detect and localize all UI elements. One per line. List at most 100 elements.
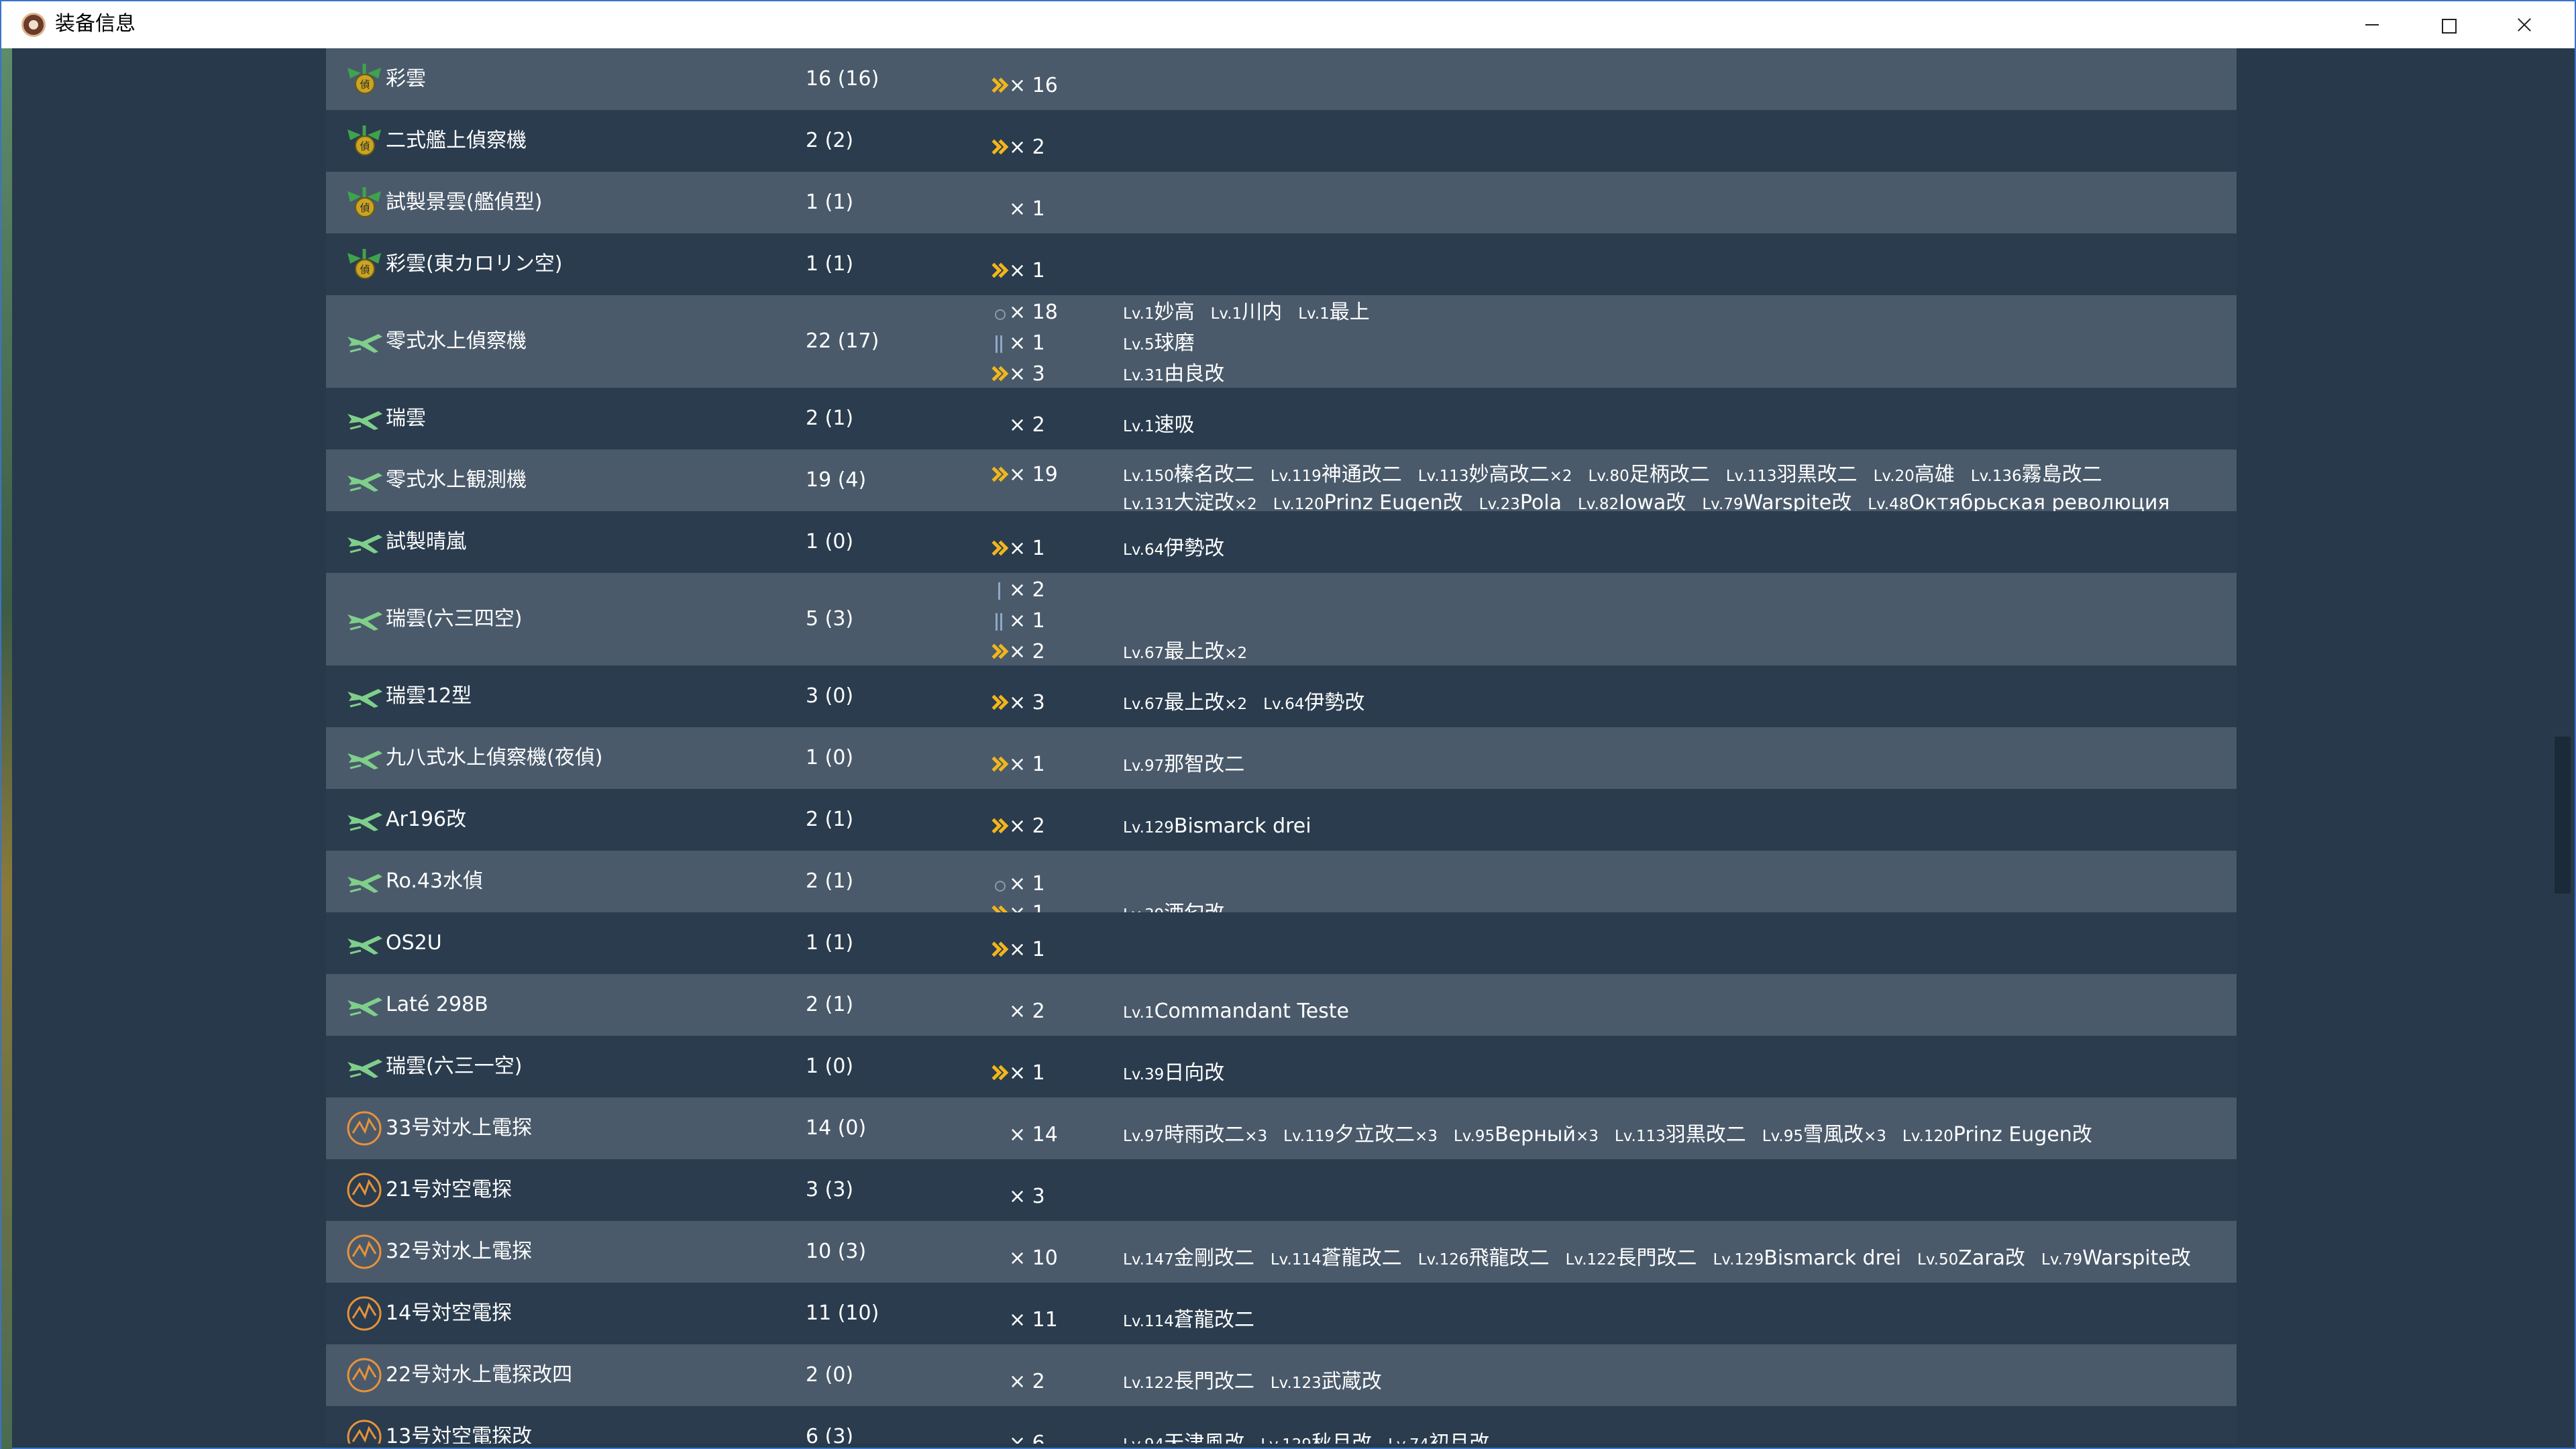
ship-entry: Lv.150榛名改二 bbox=[1123, 463, 1254, 486]
equipment-row[interactable]: 偵 彩雲 16 (16) × 16 bbox=[326, 48, 2237, 110]
ship-name: 飛龍改二 bbox=[1468, 1246, 1550, 1270]
equipment-row[interactable]: 22号対水上電探改四 2 (0) × 2 Lv.122長門改二 Lv.123武蔵改 bbox=[326, 1344, 2237, 1406]
ship-entry: Lv.64伊勢改 bbox=[1123, 537, 1224, 560]
proficiency-group: × 1 bbox=[989, 869, 2230, 899]
ship-entry: Lv.129秋月改 bbox=[1260, 1432, 1372, 1444]
proficiency-multiplier: × 1 bbox=[1009, 331, 1045, 355]
ship-entry: Lv.113羽黒改二 bbox=[1726, 463, 1858, 486]
close-icon[interactable] bbox=[2486, 1, 2561, 48]
ship-level: Lv.20 bbox=[1873, 468, 1915, 485]
ship-level: Lv.50 bbox=[1917, 1251, 1959, 1269]
equipment-row[interactable]: 瑞雲(六三四空) 5 (3) × 2 × 1 × 2 Lv.67最上改×2 bbox=[326, 573, 2237, 665]
proficiency-multiplier: × 14 bbox=[1009, 1123, 1058, 1146]
equipment-row[interactable]: 瑞雲 2 (1) × 2 Lv.1速吸 bbox=[326, 388, 2237, 449]
ship-list: Lv.31由良改 bbox=[1123, 360, 1240, 390]
proficiency-multiplier: × 1 bbox=[1009, 938, 1045, 961]
ship-level: Lv.67 bbox=[1123, 645, 1165, 662]
ship-entry: Lv.129Bismarck drei bbox=[1713, 1246, 1901, 1270]
ship-name: 足柄改二 bbox=[1629, 463, 1710, 486]
ship-name: Bismarck drei bbox=[1173, 814, 1311, 838]
proficiency-multiplier: × 2 bbox=[1009, 1370, 1045, 1393]
title-bar[interactable]: 装备信息 bbox=[1, 1, 2575, 48]
ship-name: 秋月改 bbox=[1311, 1432, 1373, 1444]
equipment-row[interactable]: 13号対空電探改 6 (3) × 6 Lv.94天津風改 Lv.129秋月改 Lv.74初… bbox=[326, 1406, 2237, 1444]
equipment-row[interactable]: 偵 試製景雲(艦偵型) 1 (1) × 1 bbox=[326, 172, 2237, 233]
equipment-row[interactable]: Ro.43水偵2 (1)× 1× 1Lv.39酒匂改 bbox=[326, 851, 2237, 925]
equipment-row[interactable]: 瑞雲(六三一空) 1 (0) × 1 Lv.39日向改 bbox=[326, 1036, 2237, 1097]
equipment-name: 瑞雲(六三一空) bbox=[386, 1055, 523, 1078]
equipment-row[interactable]: OS2U 1 (1) × 1 bbox=[326, 912, 2237, 974]
maximize-icon[interactable] bbox=[2410, 1, 2485, 48]
scrollbar-thumb[interactable] bbox=[2555, 737, 2571, 894]
ship-list: Lv.97時雨改二×3 Lv.119夕立改二×3 Lv.95Верный×3 Lv.1… bbox=[1123, 1120, 2108, 1151]
equipment-row[interactable]: 零式水上偵察機 22 (17) × 18 Lv.1妙高 Lv.1川内 Lv.1最上 × 1L… bbox=[326, 295, 2237, 388]
equipment-row[interactable]: 瑞雲12型 3 (0) × 3 Lv.67最上改×2 Lv.64伊勢改 bbox=[326, 665, 2237, 727]
equipment-count: 1 (1) bbox=[806, 191, 854, 214]
ship-name: Prinz Eugen改 bbox=[1953, 1123, 2092, 1146]
ship-list: Lv.64伊勢改 bbox=[1123, 534, 1240, 565]
equipment-list-viewport[interactable]: 偵彩雲 16 (16) × 16 偵二式艦上偵察機 2 (2) × 2 偵試製景雲(艦偵型)… bbox=[12, 48, 2551, 1444]
seaplane-icon bbox=[345, 862, 384, 901]
proficiency-group: × 14 Lv.97時雨改二×3 Lv.119夕立改二×3 Lv.95Верный×3… bbox=[989, 1120, 2230, 1150]
ship-entry: Lv.113羽黒改二 bbox=[1615, 1123, 1746, 1146]
ship-entry: Lv.129Bismarck drei bbox=[1123, 814, 1311, 838]
proficiency-max-chevrons-icon bbox=[989, 362, 1009, 386]
equipment-row[interactable]: 33号対水上電探 14 (0) × 14 Lv.97時雨改二×3 Lv.119夕立改二×… bbox=[326, 1097, 2237, 1159]
proficiency-group: × 2 bbox=[989, 133, 2230, 162]
proficiency-multiplier: × 2 bbox=[1009, 640, 1045, 663]
ship-name: 夕立改二 bbox=[1334, 1123, 1415, 1146]
ship-list: Lv.122長門改二 Lv.123武蔵改 bbox=[1123, 1367, 1398, 1398]
ship-list: Lv.97那智改二 bbox=[1123, 750, 1260, 781]
seaplane-icon bbox=[345, 985, 384, 1024]
proficiency-multiplier: × 2 bbox=[1009, 413, 1045, 437]
equipment-row[interactable]: Ar196改 2 (1) × 2 Lv.129Bismarck drei bbox=[326, 789, 2237, 851]
ship-level: Lv.114 bbox=[1270, 1251, 1322, 1269]
ship-name: 霧島改二 bbox=[2021, 463, 2102, 486]
minimize-icon[interactable] bbox=[2333, 1, 2408, 48]
equipment-row[interactable]: 14号対空電探 11 (10) × 11 Lv.114蒼龍改二 bbox=[326, 1283, 2237, 1344]
equipment-row[interactable]: 偵 二式艦上偵察機 2 (2) × 2 bbox=[326, 110, 2237, 172]
equipment-row[interactable]: 21号対空電探 3 (3) × 3 bbox=[326, 1159, 2237, 1221]
equipment-count: 3 (3) bbox=[806, 1178, 854, 1201]
radar-icon bbox=[345, 1232, 384, 1271]
ship-name: 蒼龍改二 bbox=[1321, 1246, 1402, 1270]
radar-icon bbox=[345, 1171, 384, 1210]
equipment-row[interactable]: 偵 彩雲(東カロリン空) 1 (1) × 1 bbox=[326, 233, 2237, 295]
equipment-count: 1 (0) bbox=[806, 1055, 854, 1078]
equipment-name: 彩雲 bbox=[386, 67, 426, 91]
proficiency-multiplier: × 1 bbox=[1009, 537, 1045, 560]
ship-list: Lv.1速吸 bbox=[1123, 411, 1211, 441]
ship-name: 初月改 bbox=[1429, 1432, 1490, 1444]
equipment-count: 2 (1) bbox=[806, 808, 854, 831]
ship-name: Commandant Teste bbox=[1154, 1000, 1350, 1023]
radar-icon bbox=[345, 1109, 384, 1148]
proficiency-group: × 2 Lv.67最上改×2 bbox=[989, 637, 2230, 667]
equipment-name: 零式水上偵察機 bbox=[386, 329, 527, 353]
ship-entry: Lv.20高雄 bbox=[1874, 463, 1955, 486]
equipment-name: 32号対水上電探 bbox=[386, 1240, 533, 1263]
equipment-row[interactable]: 32号対水上電探 10 (3) × 10 Lv.147金剛改二 Lv.114蒼龍改二 Lv… bbox=[326, 1221, 2237, 1283]
equipment-name: 九八式水上偵察機(夜偵) bbox=[386, 746, 603, 769]
ship-entry: Lv.122長門改二 bbox=[1566, 1246, 1697, 1270]
equipment-row[interactable]: 試製晴嵐 1 (0) × 1 Lv.64伊勢改 bbox=[326, 511, 2237, 573]
proficiency-multiplier: × 1 bbox=[1009, 1061, 1045, 1085]
seaplane-icon bbox=[345, 677, 384, 716]
ship-level: Lv.64 bbox=[1123, 541, 1165, 559]
proficiency-group: × 10 Lv.147金剛改二 Lv.114蒼龍改二 Lv.126飛龍改二 Lv.122… bbox=[989, 1244, 2230, 1273]
proficiency-multiplier: × 3 bbox=[1009, 362, 1045, 386]
equipment-name: 瑞雲 bbox=[386, 407, 426, 430]
proficiency-group: × 2 bbox=[989, 576, 2230, 605]
proficiency-group: × 6 Lv.94天津風改 Lv.129秋月改 Lv.74初月改 bbox=[989, 1429, 2230, 1444]
ship-name: 天津風改 bbox=[1164, 1432, 1245, 1444]
equipment-row[interactable]: Laté 298B 2 (1) × 2 Lv.1Commandant Teste bbox=[326, 974, 2237, 1036]
seaplane-icon bbox=[345, 739, 384, 777]
ship-name: 伊勢改 bbox=[1164, 537, 1225, 560]
ship-list: Lv.1Commandant Teste bbox=[1123, 997, 1365, 1028]
ship-name: 那智改二 bbox=[1164, 753, 1245, 776]
equipment-row[interactable]: 九八式水上偵察機(夜偵) 1 (0) × 1 Lv.97那智改二 bbox=[326, 727, 2237, 789]
ship-name: 最上改 bbox=[1164, 691, 1225, 714]
equipment-count: 19 (4) bbox=[806, 468, 867, 492]
equipment-row[interactable]: 零式水上観測機 19 (4) × 19 Lv.150榛名改二 Lv.119神通改二 Lv.… bbox=[326, 449, 2237, 515]
proficiency-multiplier: × 2 bbox=[1009, 1000, 1045, 1023]
ship-name: 蒼龍改二 bbox=[1173, 1308, 1254, 1332]
